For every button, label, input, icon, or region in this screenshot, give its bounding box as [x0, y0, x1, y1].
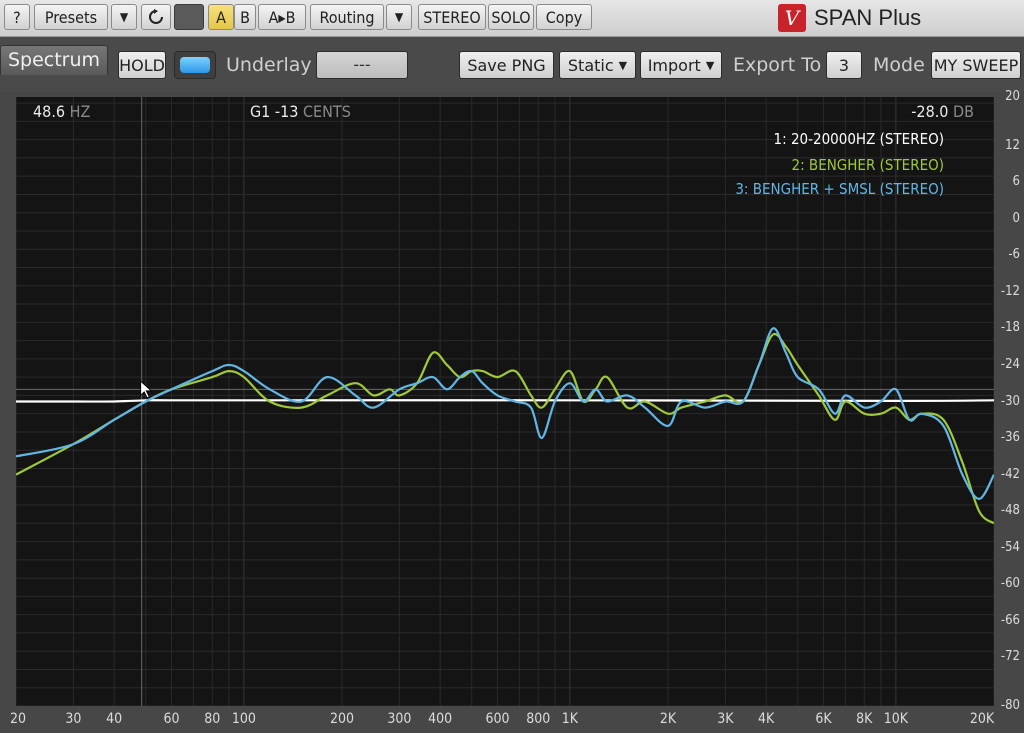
note-readout: G1 -13 CENTS — [250, 102, 351, 121]
y-tick-label: -18 — [1000, 320, 1020, 336]
db-readout: -28.0 DB — [911, 102, 974, 121]
presets-button[interactable]: Presets — [34, 4, 108, 30]
y-tick-label: 0 — [1012, 210, 1020, 226]
y-tick-label: -48 — [1000, 503, 1020, 519]
underlay-select[interactable]: --- — [316, 51, 408, 79]
x-tick-label: 20K — [969, 711, 995, 727]
y-tick-label: -66 — [1000, 612, 1020, 628]
y-tick-label: -80 — [1000, 698, 1020, 713]
legend-entry-2: 2: BENGHER (STEREO) — [791, 156, 944, 174]
mode-select[interactable]: MY SWEEP — [931, 51, 1021, 79]
chevron-down-icon: ▼ — [618, 58, 628, 72]
x-tick-label: 100 — [231, 711, 256, 727]
frequency-value: 48.6 — [33, 102, 66, 121]
y-tick-label: 6 — [1012, 174, 1020, 190]
y-tick-label: 20 — [1005, 89, 1020, 104]
underlay-label: Underlay — [226, 54, 312, 76]
y-tick-label: -30 — [1000, 393, 1020, 409]
copy-button[interactable]: Copy — [536, 4, 592, 30]
y-tick-label: 12 — [1005, 137, 1020, 153]
export-to-select[interactable]: 3 — [826, 51, 862, 79]
y-tick-label: -54 — [1000, 539, 1020, 555]
cents-value: -13 — [274, 102, 299, 121]
solo-button[interactable]: SOLO — [488, 4, 534, 30]
hold-toggle[interactable] — [174, 51, 216, 79]
x-tick-label: 80 — [204, 711, 221, 727]
undo-button[interactable] — [141, 4, 171, 30]
top-toolbar: ? Presets ▼ A B A▸B Routing ▼ STEREO SOL… — [0, 0, 1024, 37]
y-tick-label: -6 — [1008, 247, 1020, 263]
import-button[interactable]: Import ▼ — [640, 51, 722, 79]
x-tick-label: 4K — [757, 711, 775, 727]
legend-entry-3: 3: BENGHER + SMSL (STEREO) — [735, 180, 944, 198]
static-button[interactable]: Static ▼ — [559, 51, 636, 79]
y-tick-label: -72 — [1000, 649, 1020, 665]
hold-led-indicator — [180, 57, 210, 73]
import-label: Import — [647, 55, 701, 75]
tab-spectrum[interactable]: Spectrum — [0, 45, 108, 75]
legend-entry-1: 1: 20-20000HZ (STEREO) — [773, 130, 944, 148]
x-tick-label: 2K — [659, 711, 677, 727]
a-to-b-button[interactable]: A▸B — [258, 4, 306, 30]
x-tick-label: 400 — [428, 711, 453, 727]
frequency-unit: HZ — [69, 102, 91, 121]
x-tick-label: 300 — [387, 711, 412, 727]
x-tick-label: 6K — [815, 711, 832, 727]
x-tick-label: 3K — [717, 711, 734, 727]
static-label: Static — [567, 55, 614, 75]
x-tick-label: 10K — [883, 711, 908, 727]
stereo-button[interactable]: STEREO — [418, 4, 486, 30]
save-png-button[interactable]: Save PNG — [459, 51, 554, 79]
routing-dropdown-button[interactable]: ▼ — [386, 4, 412, 30]
x-tick-label: 20 — [9, 711, 27, 727]
y-tick-label: -60 — [1000, 576, 1020, 592]
x-tick-label: 200 — [329, 711, 355, 727]
routing-button[interactable]: Routing — [310, 4, 384, 30]
x-tick-label: 40 — [106, 711, 123, 727]
undo-icon — [149, 9, 163, 24]
voxengo-logo: V — [778, 4, 806, 32]
cents-unit: CENTS — [302, 102, 351, 121]
help-button[interactable]: ? — [4, 4, 30, 30]
series-line-2 — [16, 332, 994, 525]
chevron-down-icon: ▼ — [705, 58, 715, 72]
spectrum-plot[interactable]: 48.6 HZ G1 -13 CENTS -28.0 DB 1: 20-2000… — [16, 97, 994, 706]
x-tick-label: 8K — [856, 711, 873, 727]
plugin-title: SPAN Plus — [814, 5, 922, 30]
a-button[interactable]: A — [208, 4, 234, 30]
x-tick-label: 600 — [485, 711, 510, 727]
hold-button[interactable]: HOLD — [118, 51, 166, 79]
db-value: -28.0 — [911, 102, 949, 121]
export-to-label: Export To — [733, 54, 822, 76]
y-tick-label: -42 — [1000, 466, 1020, 482]
b-button[interactable]: B — [234, 4, 256, 30]
frequency-readout: 48.6 HZ — [33, 102, 90, 121]
spectrum-toolbar: Spectrum HOLD Underlay --- Save PNG Stat… — [0, 37, 1024, 91]
y-tick-label: -24 — [1000, 356, 1020, 372]
y-tick-label: -12 — [1000, 283, 1020, 299]
x-tick-label: 30 — [65, 711, 82, 727]
mode-label: Mode — [873, 54, 925, 76]
presets-dropdown-button[interactable]: ▼ — [111, 4, 137, 30]
redo-button[interactable] — [174, 4, 204, 30]
note-value: G1 — [250, 102, 271, 121]
db-unit: DB — [953, 102, 974, 121]
x-tick-label: 1K — [561, 711, 578, 727]
x-tick-label: 60 — [163, 711, 180, 727]
x-tick-label: 800 — [526, 711, 551, 727]
y-tick-label: -36 — [1000, 430, 1020, 446]
